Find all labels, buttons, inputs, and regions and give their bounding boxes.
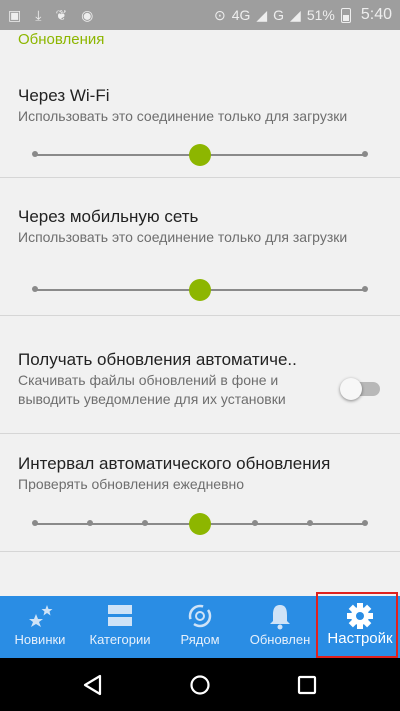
slider-thumb[interactable]: [189, 279, 211, 301]
image-notification-icon: ▣: [8, 7, 22, 23]
interval-slider[interactable]: [32, 512, 368, 536]
gear-icon: [347, 603, 373, 629]
bird-notification-icon: ❦: [55, 7, 68, 23]
recents-button[interactable]: [287, 665, 327, 705]
android-notification-icon: ◉: [81, 7, 94, 23]
pref-interval[interactable]: Интервал автоматического обновления Пров…: [0, 434, 400, 552]
slider-tick: [252, 520, 258, 526]
download-notification-icon: ⤓: [35, 7, 42, 23]
home-circle-icon: [190, 674, 210, 695]
system-status: ⊙ 4G ◢ G ◢ 51% 5:40: [214, 6, 392, 24]
slider-tick: [362, 520, 368, 526]
slider-tick: [32, 520, 38, 526]
toggle-knob: [340, 378, 362, 400]
network-type: 4G: [231, 7, 251, 23]
slider-tick: [32, 286, 38, 292]
bell-icon: [270, 605, 290, 630]
slider-tick: [32, 151, 38, 157]
sparkle-star-icon: [29, 605, 53, 627]
signal-icon: ◢: [256, 7, 268, 23]
nav-item-updates[interactable]: Обновлен: [240, 596, 320, 658]
pref-interval-title: Интервал автоматического обновления: [18, 454, 331, 473]
signal-2-icon: ◢: [290, 7, 301, 23]
nav-item-categories[interactable]: Категории: [80, 596, 160, 658]
slider-thumb[interactable]: [189, 513, 211, 535]
settings-list[interactable]: Обновления Через Wi-Fi Использовать это …: [0, 30, 400, 596]
pref-wifi-title: Через Wi-Fi: [18, 86, 110, 105]
nav-label-settings: Настройк: [327, 630, 393, 647]
nav-label-new: Новинки: [14, 632, 66, 647]
mobile-slider[interactable]: [32, 278, 368, 302]
network-type-secondary: G: [273, 7, 285, 23]
status-bar: ▣ ⤓ ❦ ◉ ⊙ 4G ◢ G ◢ 51% 5:40: [0, 0, 400, 30]
pref-auto-update-summary: Скачивать файлы обновлений в фоне и выво…: [18, 372, 286, 407]
categories-icon: [108, 605, 132, 626]
slider-thumb[interactable]: [189, 144, 211, 166]
system-navigation-bar: [0, 658, 400, 711]
pref-mobile-title: Через мобильную сеть: [18, 207, 199, 226]
nearby-swap-icon: [188, 604, 212, 628]
nav-item-new[interactable]: Новинки: [0, 596, 80, 658]
pref-interval-summary: Проверять обновления ежедневно: [18, 476, 245, 492]
nav-label-nearby: Рядом: [180, 632, 220, 647]
bottom-navigation: Новинки Категории Рядом Обновлен Настрой…: [0, 596, 400, 658]
slider-tick: [362, 151, 368, 157]
pref-mobile[interactable]: Через мобильную сеть Использовать это со…: [0, 178, 400, 316]
slider-tick: [362, 286, 368, 292]
pref-auto-update-title: Получать обновления автоматиче..: [18, 350, 297, 369]
clock: 5:40: [360, 6, 392, 23]
wifi-slider[interactable]: [32, 143, 368, 167]
nav-label-updates: Обновлен: [249, 632, 311, 647]
notification-icons: ▣ ⤓ ❦ ◉: [8, 8, 93, 22]
slider-tick: [142, 520, 148, 526]
battery-icon: [340, 7, 351, 23]
nav-item-nearby[interactable]: Рядом: [160, 596, 240, 658]
recents-square-icon: [297, 675, 316, 694]
slider-tick: [87, 520, 93, 526]
back-triangle-icon: [84, 674, 102, 695]
pref-auto-update[interactable]: Получать обновления автоматиче.. Скачива…: [0, 316, 400, 434]
home-button[interactable]: [180, 665, 220, 705]
slider-tick: [307, 520, 313, 526]
sim-icon: ⊙: [213, 7, 226, 23]
nav-item-settings[interactable]: Настройк: [320, 596, 400, 658]
auto-update-toggle[interactable]: [340, 378, 380, 400]
pref-wifi-summary: Использовать это соединение только для з…: [18, 108, 348, 124]
back-button[interactable]: [73, 665, 113, 705]
battery-percent: 51%: [306, 7, 335, 23]
pref-mobile-summary: Использовать это соединение только для з…: [18, 229, 348, 245]
pref-wifi[interactable]: Через Wi-Fi Использовать это соединение …: [0, 30, 400, 178]
nav-label-categories: Категории: [89, 632, 151, 647]
